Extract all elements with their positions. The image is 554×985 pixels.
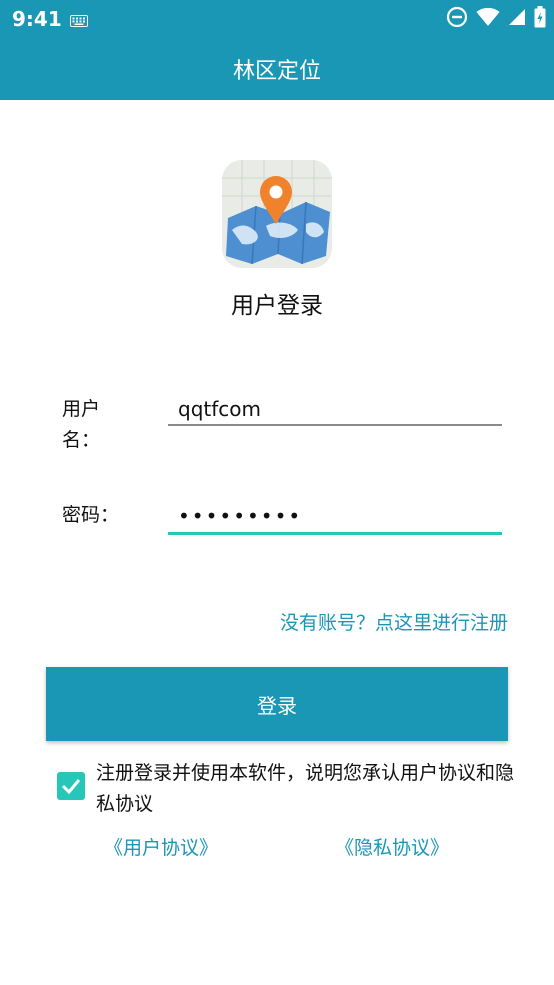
signal-icon: [508, 8, 526, 30]
register-link[interactable]: 没有账号？点这里进行注册: [280, 608, 508, 635]
check-icon: [61, 779, 81, 795]
app-bar: 林区定位: [0, 38, 554, 100]
agree-checkbox[interactable]: [57, 772, 85, 800]
status-time: 9:41: [12, 7, 62, 31]
username-input[interactable]: [168, 394, 502, 426]
login-title: 用户登录: [231, 293, 323, 319]
username-label: 用户名：: [62, 398, 101, 451]
keyboard-icon: [70, 12, 88, 31]
password-input[interactable]: •••••••••: [168, 500, 502, 535]
privacy-agreement-link[interactable]: 《隐私协议》: [335, 833, 449, 860]
status-bar: 9:41: [0, 0, 554, 38]
user-agreement-link[interactable]: 《用户协议》: [104, 833, 218, 860]
status-icons: [446, 6, 546, 32]
wifi-icon: [476, 7, 500, 31]
password-label: 密码：: [62, 504, 120, 526]
map-location-pin-icon: [222, 160, 332, 268]
login-button[interactable]: 登录: [46, 667, 508, 741]
app-title: 林区定位: [232, 59, 321, 84]
agreement-text: 注册登录并使用本软件，说明您承认用户协议和隐私协议: [96, 762, 515, 815]
do-not-disturb-icon: [446, 6, 468, 32]
battery-icon: [534, 6, 546, 32]
